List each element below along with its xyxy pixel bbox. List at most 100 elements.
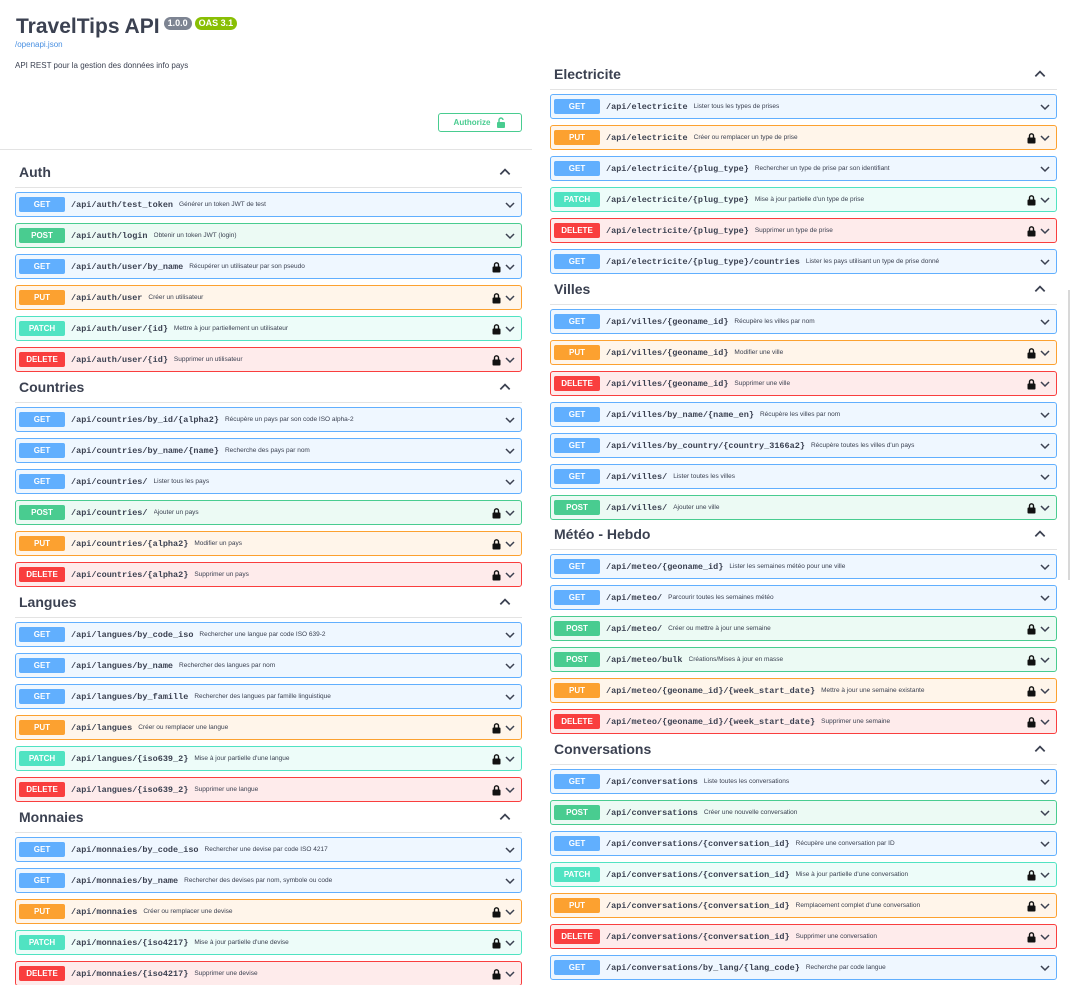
chevron-down-icon[interactable] <box>504 844 516 856</box>
operation-get[interactable]: GET/api/langues/by_name Rechercher des la… <box>15 653 522 678</box>
lock-icon[interactable] <box>1026 502 1037 514</box>
chevron-down-icon[interactable] <box>1039 502 1051 514</box>
operation-get[interactable]: GET/api/meteo/Parcourir toutes les semai… <box>550 585 1057 610</box>
operation-put[interactable]: PUT/api/countries/{alpha2} Modifier un pa… <box>15 531 522 556</box>
chevron-down-icon[interactable] <box>1039 316 1051 328</box>
lock-icon[interactable] <box>491 354 502 366</box>
tag-header-langues[interactable]: Langues <box>15 587 522 618</box>
operation-get[interactable]: GET/api/conversations Liste toutes les co… <box>550 769 1057 794</box>
lock-icon[interactable] <box>491 784 502 796</box>
chevron-up-icon[interactable] <box>1033 742 1047 756</box>
operation-post[interactable]: POST/api/auth/login Obtenir un token JWT … <box>15 223 522 248</box>
chevron-down-icon[interactable] <box>504 875 516 887</box>
chevron-down-icon[interactable] <box>504 230 516 242</box>
lock-icon[interactable] <box>1026 685 1037 697</box>
operation-patch[interactable]: PATCH/api/langues/{iso639_2} Mise à jour … <box>15 746 522 771</box>
chevron-down-icon[interactable] <box>504 199 516 211</box>
lock-icon[interactable] <box>1026 347 1037 359</box>
chevron-down-icon[interactable] <box>504 323 516 335</box>
chevron-down-icon[interactable] <box>1039 900 1051 912</box>
lock-icon[interactable] <box>1026 194 1037 206</box>
lock-icon[interactable] <box>1026 623 1037 635</box>
chevron-down-icon[interactable] <box>1039 561 1051 573</box>
chevron-down-icon[interactable] <box>1039 962 1051 974</box>
lock-icon[interactable] <box>491 261 502 273</box>
tag-header-auth[interactable]: Auth <box>15 157 522 188</box>
chevron-down-icon[interactable] <box>1039 776 1051 788</box>
chevron-up-icon[interactable] <box>498 380 512 394</box>
operation-delete[interactable]: DELETE/api/countries/{alpha2} Supprimer u… <box>15 562 522 587</box>
operation-put[interactable]: PUT/api/auth/user Créer un utilisateur <box>15 285 522 310</box>
scrollbar[interactable] <box>1068 290 1070 580</box>
chevron-down-icon[interactable] <box>504 906 516 918</box>
operation-get[interactable]: GET/api/meteo/{geoname_id} Lister les sem… <box>550 554 1057 579</box>
operation-delete[interactable]: DELETE/api/electricite/{plug_type} Suppri… <box>550 218 1057 243</box>
operation-delete[interactable]: DELETE/api/villes/{geoname_id} Supprimer … <box>550 371 1057 396</box>
chevron-down-icon[interactable] <box>1039 440 1051 452</box>
lock-icon[interactable] <box>1026 716 1037 728</box>
lock-icon[interactable] <box>491 906 502 918</box>
chevron-down-icon[interactable] <box>1039 101 1051 113</box>
operation-patch[interactable]: PATCH/api/auth/user/{id} Mettre à jour pa… <box>15 316 522 341</box>
lock-icon[interactable] <box>1026 869 1037 881</box>
operation-post[interactable]: POST/api/countries/Ajouter un pays <box>15 500 522 525</box>
lock-icon[interactable] <box>491 968 502 980</box>
operation-get[interactable]: GET/api/electricite/{plug_type}/countrie… <box>550 249 1057 274</box>
tag-header-countries[interactable]: Countries <box>15 372 522 403</box>
chevron-down-icon[interactable] <box>1039 163 1051 175</box>
operation-put[interactable]: PUT/api/monnaies Créer ou remplacer une d… <box>15 899 522 924</box>
chevron-down-icon[interactable] <box>1039 225 1051 237</box>
lock-icon[interactable] <box>1026 378 1037 390</box>
chevron-down-icon[interactable] <box>504 476 516 488</box>
operation-get[interactable]: GET/api/countries/by_name/{name} Recherch… <box>15 438 522 463</box>
operation-delete[interactable]: DELETE/api/monnaies/{iso4217} Supprimer u… <box>15 961 522 985</box>
chevron-down-icon[interactable] <box>504 691 516 703</box>
chevron-up-icon[interactable] <box>498 165 512 179</box>
chevron-down-icon[interactable] <box>504 538 516 550</box>
operation-get[interactable]: GET/api/villes/by_name/{name_en} Récupère… <box>550 402 1057 427</box>
chevron-up-icon[interactable] <box>1033 527 1047 541</box>
operation-get[interactable]: GET/api/monnaies/by_code_iso Rechercher u… <box>15 837 522 862</box>
operation-get[interactable]: GET/api/auth/test_token Générer un token … <box>15 192 522 217</box>
chevron-down-icon[interactable] <box>1039 716 1051 728</box>
authorize-button[interactable]: Authorize <box>438 113 522 132</box>
chevron-down-icon[interactable] <box>504 784 516 796</box>
operation-get[interactable]: GET/api/countries/by_id/{alpha2} Récupère… <box>15 407 522 432</box>
operation-get[interactable]: GET/api/conversations/{conversation_id} R… <box>550 831 1057 856</box>
operation-delete[interactable]: DELETE/api/auth/user/{id} Supprimer un ut… <box>15 347 522 372</box>
operation-get[interactable]: GET/api/villes/{geoname_id} Récupère les … <box>550 309 1057 334</box>
chevron-down-icon[interactable] <box>1039 623 1051 635</box>
tag-header-monnaies[interactable]: Monnaies <box>15 802 522 833</box>
spec-url-link[interactable]: /openapi.json <box>15 40 63 49</box>
chevron-down-icon[interactable] <box>1039 132 1051 144</box>
chevron-down-icon[interactable] <box>504 445 516 457</box>
lock-icon[interactable] <box>491 292 502 304</box>
chevron-down-icon[interactable] <box>504 753 516 765</box>
chevron-down-icon[interactable] <box>504 569 516 581</box>
operation-post[interactable]: POST/api/meteo/bulk Créations/Mises à jou… <box>550 647 1057 672</box>
operation-put[interactable]: PUT/api/electricite Créer ou remplacer un… <box>550 125 1057 150</box>
operation-post[interactable]: POST/api/villes/Ajouter une ville <box>550 495 1057 520</box>
lock-icon[interactable] <box>1026 931 1037 943</box>
operation-get[interactable]: GET/api/villes/by_country/{country_3166a… <box>550 433 1057 458</box>
operation-get[interactable]: GET/api/monnaies/by_name Rechercher des d… <box>15 868 522 893</box>
tag-header-electricite[interactable]: Electricite <box>550 59 1057 90</box>
operation-patch[interactable]: PATCH/api/conversations/{conversation_id… <box>550 862 1057 887</box>
lock-icon[interactable] <box>491 722 502 734</box>
operation-put[interactable]: PUT/api/langues Créer ou remplacer une la… <box>15 715 522 740</box>
lock-icon[interactable] <box>491 753 502 765</box>
operation-post[interactable]: POST/api/meteo/Créer ou mettre à jour un… <box>550 616 1057 641</box>
operation-get[interactable]: GET/api/electricite/{plug_type} Recherche… <box>550 156 1057 181</box>
chevron-down-icon[interactable] <box>504 660 516 672</box>
tag-header-meteo[interactable]: Météo - Hebdo <box>550 519 1057 550</box>
operation-get[interactable]: GET/api/langues/by_code_iso Rechercher un… <box>15 622 522 647</box>
chevron-down-icon[interactable] <box>1039 654 1051 666</box>
chevron-down-icon[interactable] <box>504 629 516 641</box>
lock-icon[interactable] <box>491 937 502 949</box>
chevron-down-icon[interactable] <box>504 937 516 949</box>
lock-icon[interactable] <box>491 538 502 550</box>
operation-post[interactable]: POST/api/conversations Créer une nouvelle… <box>550 800 1057 825</box>
operation-put[interactable]: PUT/api/villes/{geoname_id} Modifier une … <box>550 340 1057 365</box>
operation-get[interactable]: GET/api/auth/user/by_name Récupérer un ut… <box>15 254 522 279</box>
chevron-down-icon[interactable] <box>504 968 516 980</box>
